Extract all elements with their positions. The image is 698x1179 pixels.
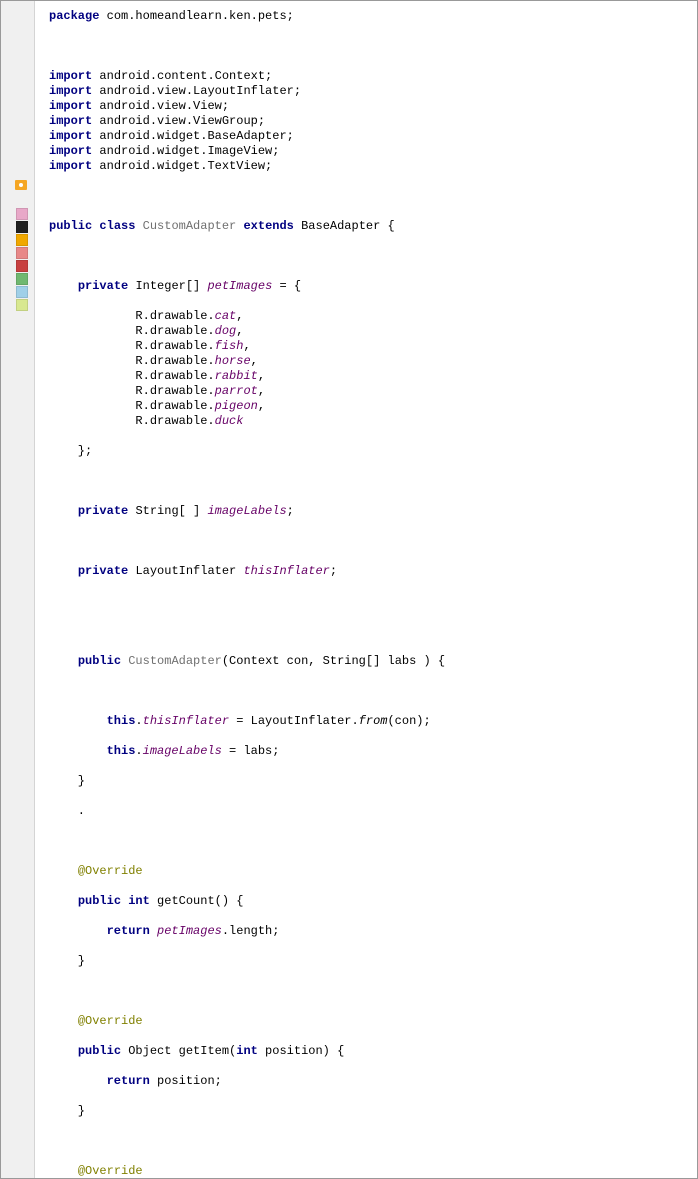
keyword-import: import	[49, 114, 92, 128]
keyword-int: int	[236, 1044, 258, 1058]
drawable-thumb-pigeon[interactable]	[16, 286, 28, 298]
drawable-duck: duck	[215, 414, 244, 428]
drawable-prefix: R.drawable.	[135, 324, 214, 338]
text-dot: .	[135, 714, 142, 728]
drawable-pigeon: pigeon	[215, 399, 258, 413]
text-equals-brace: = {	[272, 279, 301, 293]
superclass-name: BaseAdapter	[301, 219, 380, 233]
keyword-import: import	[49, 69, 92, 83]
code-editor[interactable]: package com.homeandlearn.ken.pets; impor…	[35, 1, 697, 1178]
drawable-cat: cat	[215, 309, 237, 323]
keyword-private: private	[78, 279, 128, 293]
drawable-fish: fish	[215, 339, 244, 353]
drawable-prefix: R.drawable.	[135, 399, 214, 413]
drawable-prefix: R.drawable.	[135, 414, 214, 428]
constructor-params: (Context con, String[] labs ) {	[222, 654, 445, 668]
drawable-thumb-parrot[interactable]	[16, 273, 28, 285]
method-getitem-b: position) {	[258, 1044, 344, 1058]
drawable-prefix: R.drawable.	[135, 384, 214, 398]
keyword-import: import	[49, 84, 92, 98]
drawable-thumb-cat[interactable]	[16, 208, 28, 220]
drawable-prefix: R.drawable.	[135, 369, 214, 383]
import-path: android.widget.TextView;	[92, 159, 272, 173]
drawable-dog: dog	[215, 324, 237, 338]
keyword-public: public	[78, 894, 121, 908]
drawable-parrot: parrot	[215, 384, 258, 398]
keyword-this: this	[107, 714, 136, 728]
field-imagelabels: imageLabels	[143, 744, 222, 758]
keyword-class: class	[99, 219, 135, 233]
class-gutter-icon	[14, 178, 28, 192]
drawable-thumbnails	[16, 208, 28, 312]
keyword-this: this	[107, 744, 136, 758]
keyword-public: public	[78, 1044, 121, 1058]
keyword-import: import	[49, 129, 92, 143]
drawable-thumb-dog[interactable]	[16, 221, 28, 233]
keyword-public: public	[49, 219, 92, 233]
annotation-override: @Override	[78, 864, 143, 878]
drawable-horse: horse	[215, 354, 251, 368]
keyword-int: int	[128, 894, 150, 908]
keyword-extends: extends	[243, 219, 293, 233]
keyword-package: package	[49, 9, 99, 23]
drawable-prefix: R.drawable.	[135, 309, 214, 323]
keyword-import: import	[49, 144, 92, 158]
import-path: android.view.LayoutInflater;	[92, 84, 301, 98]
text-con-close: (con);	[387, 714, 430, 728]
import-path: android.view.ViewGroup;	[92, 114, 265, 128]
drawable-thumb-fish[interactable]	[16, 234, 28, 246]
package-path: com.homeandlearn.ken.pets;	[99, 9, 293, 23]
class-name: CustomAdapter	[143, 219, 237, 233]
text-assign-labs: = labs;	[222, 744, 280, 758]
method-getitem-a: Object getItem(	[121, 1044, 236, 1058]
annotation-override: @Override	[78, 1014, 143, 1028]
import-path: android.widget.BaseAdapter;	[92, 129, 294, 143]
keyword-import: import	[49, 99, 92, 113]
drawable-thumb-duck[interactable]	[16, 299, 28, 311]
field-thisinflater: thisInflater	[143, 714, 229, 728]
type-string-array: String[ ]	[135, 504, 207, 518]
drawable-prefix: R.drawable.	[135, 339, 214, 353]
keyword-private: private	[78, 564, 128, 578]
keyword-public: public	[78, 654, 121, 668]
drawable-thumb-horse[interactable]	[16, 247, 28, 259]
drawable-rabbit: rabbit	[215, 369, 258, 383]
method-from: from	[359, 714, 388, 728]
field-thisinflater: thisInflater	[243, 564, 329, 578]
constructor-name: CustomAdapter	[128, 654, 222, 668]
keyword-private: private	[78, 504, 128, 518]
text-return-position: position;	[150, 1074, 222, 1088]
field-petimages: petImages	[207, 279, 272, 293]
text-assign-inflater: = LayoutInflater.	[229, 714, 359, 728]
text-length: .length;	[222, 924, 280, 938]
keyword-import: import	[49, 159, 92, 173]
method-getcount: getCount() {	[150, 894, 244, 908]
import-path: android.view.View;	[92, 99, 229, 113]
annotation-override: @Override	[78, 1164, 143, 1178]
drawable-thumb-rabbit[interactable]	[16, 260, 28, 272]
drawable-prefix: R.drawable.	[135, 354, 214, 368]
type-integer-array: Integer[]	[135, 279, 207, 293]
keyword-return: return	[107, 924, 150, 938]
field-imagelabels: imageLabels	[207, 504, 286, 518]
type-layoutinflater: LayoutInflater	[135, 564, 243, 578]
import-path: android.content.Context;	[92, 69, 272, 83]
field-petimages: petImages	[157, 924, 222, 938]
keyword-return: return	[107, 1074, 150, 1088]
import-path: android.widget.ImageView;	[92, 144, 279, 158]
